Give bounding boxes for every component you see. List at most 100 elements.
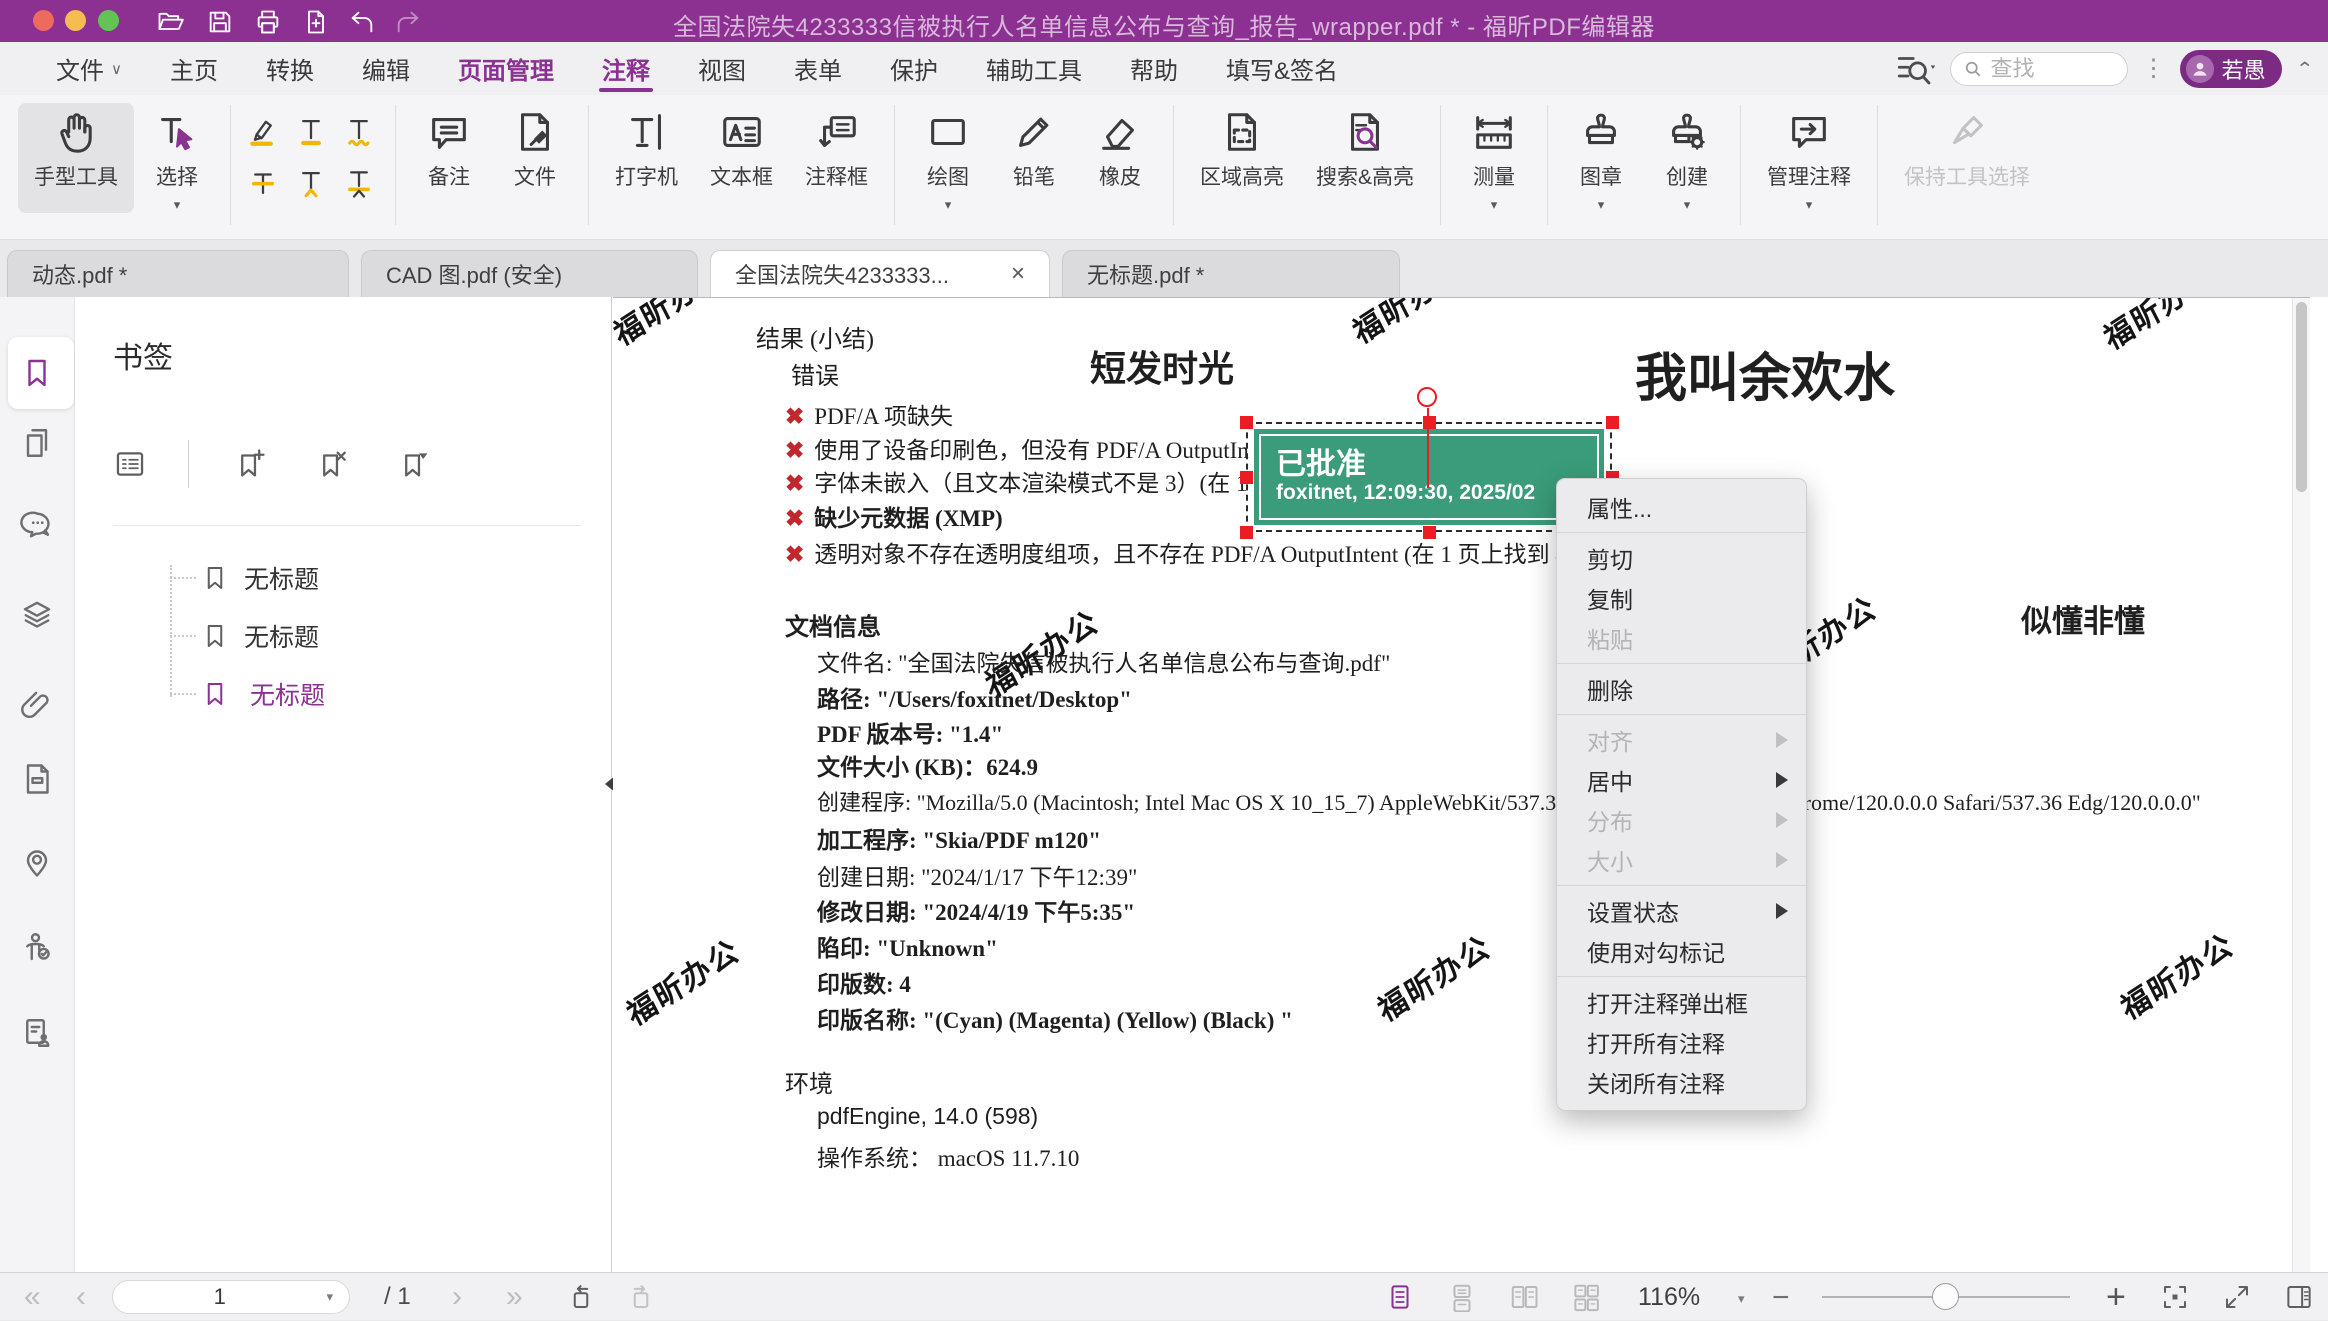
menu-item-3[interactable]: 转换	[242, 42, 338, 95]
context-menu-item[interactable]: 打开所有注释	[1557, 1022, 1806, 1062]
user-account-button[interactable]: 若愚	[2180, 50, 2282, 88]
fit-page-icon[interactable]	[2160, 1282, 2190, 1312]
panel-tab-signatures-icon[interactable]	[19, 1015, 55, 1051]
dropdown-caret-icon[interactable]: ▾	[1806, 197, 1813, 211]
panel-tab-attachments-icon[interactable]	[19, 687, 55, 723]
area-highlight-button[interactable]: 区域高亮	[1184, 103, 1300, 213]
stamp-button[interactable]: 图章▾	[1558, 103, 1644, 213]
delete-bookmark-icon[interactable]	[315, 447, 349, 481]
panel-tab-comments-icon[interactable]	[19, 507, 55, 543]
menu-item-1[interactable]: 文件∨	[32, 42, 146, 95]
save-icon[interactable]	[206, 8, 234, 36]
more-options-icon[interactable]: ⋮	[2142, 64, 2166, 74]
menu-item-10[interactable]: 辅助工具	[962, 42, 1106, 95]
context-menu-item[interactable]: 打开注释弹出框	[1557, 982, 1806, 1022]
context-menu-item[interactable]: 关闭所有注释	[1557, 1062, 1806, 1102]
context-menu-item[interactable]: 复制	[1557, 578, 1806, 618]
facing-continuous-view-icon[interactable]	[1571, 1282, 1601, 1312]
menu-item-5[interactable]: 页面管理	[434, 42, 578, 95]
panel-tab-fields-icon[interactable]	[19, 761, 55, 797]
bookmark-item-3[interactable]: 无标题	[170, 674, 325, 714]
search-options-icon[interactable]	[1894, 54, 1936, 84]
measure-button[interactable]: 测量▾	[1451, 103, 1537, 213]
file-attachment-button[interactable]: 文件	[492, 103, 578, 213]
context-menu-item[interactable]: 剪切	[1557, 538, 1806, 578]
zoom-out-button[interactable]: −	[1772, 1281, 1790, 1315]
dropdown-caret-icon[interactable]: ▾	[1598, 197, 1605, 211]
zoom-slider-knob[interactable]	[1932, 1283, 1959, 1310]
search-input[interactable]	[1991, 56, 2101, 82]
document-tab-4[interactable]: 无标题.pdf *	[1062, 250, 1400, 297]
minimize-window-button[interactable]	[65, 10, 86, 31]
create-stamp-button[interactable]: 创建▾	[1644, 103, 1730, 213]
zoom-level-label[interactable]: 116%	[1638, 1283, 1700, 1312]
dropdown-caret-icon[interactable]: ▾	[174, 197, 181, 211]
last-page-button[interactable]: »	[506, 1273, 523, 1321]
zoom-in-button[interactable]: +	[2106, 1278, 2126, 1317]
collapse-toolbar-icon[interactable]: ⌃	[2296, 58, 2314, 79]
menu-item-7[interactable]: 视图	[674, 42, 770, 95]
panel-tab-accessibility-icon[interactable]	[19, 929, 55, 965]
previous-view-icon[interactable]	[566, 1282, 596, 1312]
manage-comments-button[interactable]: 管理注释▾	[1751, 103, 1867, 213]
context-menu-item[interactable]: 属性...	[1557, 487, 1806, 527]
bookmark-more-icon[interactable]	[397, 447, 431, 481]
menu-item-9[interactable]: 保护	[866, 42, 962, 95]
bookmark-item-2[interactable]: 无标题	[170, 616, 319, 656]
panel-tab-bookmarks-icon[interactable]	[19, 355, 55, 391]
panel-tab-layers-icon[interactable]	[19, 595, 55, 631]
select-tool-button[interactable]: 选择▾	[134, 103, 220, 213]
approved-stamp-annotation[interactable]: 已批准 foxitnet, 12:09:30, 2025/02	[1254, 429, 1604, 525]
context-menu-item[interactable]: 删除	[1557, 669, 1806, 709]
squiggly-text-icon[interactable]	[337, 109, 381, 153]
page-dropdown-caret-icon[interactable]: ▾	[326, 1289, 333, 1305]
replace-text-icon[interactable]	[337, 161, 381, 205]
close-tab-icon[interactable]: ×	[991, 260, 1025, 288]
typewriter-button[interactable]: 打字机	[599, 103, 694, 213]
context-menu-item[interactable]: 设置状态	[1557, 891, 1806, 931]
dropdown-caret-icon[interactable]: ▾	[1684, 197, 1691, 211]
selection-handle[interactable]	[1240, 471, 1253, 484]
new-document-icon[interactable]	[302, 8, 330, 36]
draw-button[interactable]: 绘图▾	[905, 103, 991, 213]
next-page-button[interactable]: ›	[452, 1273, 462, 1321]
textbox-button[interactable]: 文本框	[694, 103, 789, 213]
context-menu-item[interactable]: 居中	[1557, 760, 1806, 800]
selection-handle[interactable]	[1240, 526, 1253, 539]
open-file-icon[interactable]	[156, 8, 184, 36]
document-page[interactable]: 福昕办公福昕办公福昕办公福昕办公福昕办公福昕办公福昕办公福昕办公 短发时光 我叫…	[613, 297, 2310, 1272]
print-icon[interactable]	[254, 8, 282, 36]
panel-tab-pages-icon[interactable]	[19, 425, 55, 461]
strikeout-text-icon[interactable]	[241, 161, 285, 205]
vertical-scrollbar[interactable]	[2292, 298, 2310, 1272]
bookmark-item-1[interactable]: 无标题	[170, 558, 319, 598]
note-button[interactable]: 备注	[406, 103, 492, 213]
scrollbar-thumb[interactable]	[2296, 302, 2307, 492]
pencil-button[interactable]: 铅笔	[991, 103, 1077, 213]
keep-tool-button[interactable]: 保持工具选择	[1888, 103, 2046, 213]
selection-handle[interactable]	[1423, 416, 1436, 429]
document-tab-3[interactable]: 全国法院失4233333...×	[710, 250, 1050, 297]
bookmark-list-menu-icon[interactable]	[113, 447, 147, 481]
first-page-button[interactable]: «	[24, 1273, 41, 1321]
stamp-rotate-handle[interactable]	[1417, 387, 1437, 407]
previous-page-button[interactable]: ‹	[76, 1273, 86, 1321]
reading-panel-icon[interactable]	[2284, 1282, 2314, 1312]
menu-item-12[interactable]: 填写&签名	[1202, 42, 1362, 95]
zoom-dropdown-caret-icon[interactable]: ▾	[1738, 1291, 1745, 1307]
maximize-window-button[interactable]	[98, 10, 119, 31]
next-view-icon[interactable]	[626, 1282, 656, 1312]
add-bookmark-icon[interactable]	[233, 447, 267, 481]
close-window-button[interactable]	[33, 10, 54, 31]
page-number-input[interactable]: 1 ▾	[112, 1280, 350, 1314]
continuous-view-icon[interactable]	[1447, 1282, 1477, 1312]
single-page-view-icon[interactable]	[1385, 1282, 1415, 1312]
callout-button[interactable]: 注释框	[789, 103, 884, 213]
search-highlight-button[interactable]: 搜索&高亮	[1300, 103, 1430, 213]
document-tab-2[interactable]: CAD 图.pdf (安全)	[361, 250, 698, 297]
menu-item-8[interactable]: 表单	[770, 42, 866, 95]
highlighter-icon[interactable]	[241, 109, 285, 153]
facing-view-icon[interactable]	[1509, 1282, 1539, 1312]
selection-handle[interactable]	[1423, 526, 1436, 539]
context-menu-item[interactable]: 使用对勾标记	[1557, 931, 1806, 971]
